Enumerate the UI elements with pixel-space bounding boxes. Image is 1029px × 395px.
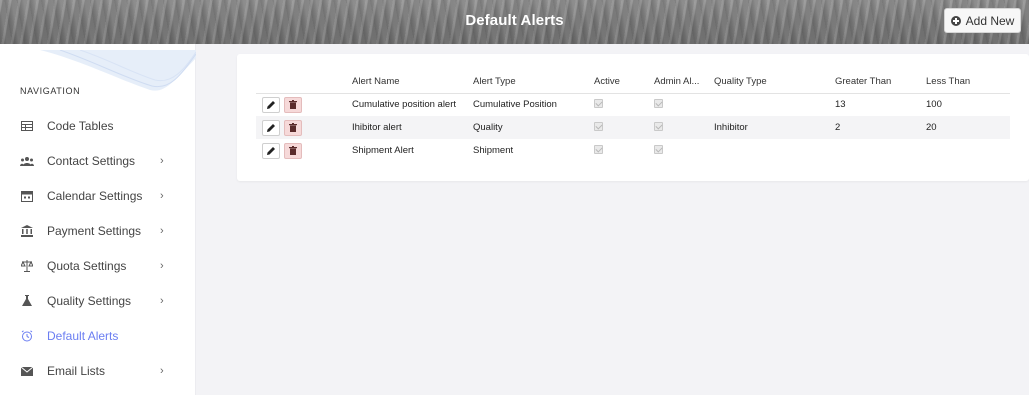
add-new-button[interactable]: Add New xyxy=(944,8,1021,33)
column-header-actions xyxy=(256,70,352,94)
chevron-right-icon: › xyxy=(160,225,164,237)
admin-alert-checkbox xyxy=(654,121,663,131)
add-new-label: Add New xyxy=(965,13,1015,28)
chevron-right-icon: › xyxy=(160,295,164,307)
people-icon xyxy=(20,154,34,168)
sidebar-item-label: Email Lists xyxy=(47,364,106,378)
delete-button[interactable] xyxy=(284,142,302,159)
delete-button[interactable] xyxy=(284,119,302,136)
cell-alert-type: Shipment xyxy=(473,145,514,156)
cell-alert-type: Quality xyxy=(473,116,594,139)
cell-less-than xyxy=(926,139,1010,162)
sidebar-item-label: Contact Settings xyxy=(47,154,136,168)
sidebar-item-default-alerts[interactable]: Default Alerts xyxy=(0,322,196,350)
cell-alert-type: Cumulative Position xyxy=(473,99,557,111)
table-row: Shipment Alert Shipment xyxy=(256,139,1010,162)
column-header-less-than[interactable]: Less Than xyxy=(926,70,1010,94)
cell-alert-name: Shipment Alert xyxy=(352,145,414,156)
column-header-alert-name[interactable]: Alert Name xyxy=(352,70,473,94)
sidebar-item-quota-settings[interactable]: Quota Settings › xyxy=(0,252,196,280)
table-header-row: Alert Name Alert Type Active Admin Al...… xyxy=(256,70,1010,94)
cell-alert-name: Ihibitor alert xyxy=(352,116,473,139)
plus-circle-icon xyxy=(950,15,961,26)
bank-icon xyxy=(20,224,34,238)
table-icon xyxy=(20,119,34,133)
cell-less-than: 20 xyxy=(926,116,1010,139)
edit-button[interactable] xyxy=(262,142,280,159)
flask-icon xyxy=(20,294,34,308)
active-checkbox xyxy=(594,144,603,154)
admin-alert-checkbox xyxy=(654,144,663,154)
chevron-right-icon: › xyxy=(160,190,164,202)
chevron-right-icon: › xyxy=(160,365,164,377)
cell-quality-type: Inhibitor xyxy=(714,116,835,139)
delete-button[interactable] xyxy=(284,96,302,113)
alarm-clock-icon xyxy=(20,329,34,343)
cell-quality-type xyxy=(714,139,835,162)
sidebar-item-contact-settings[interactable]: Contact Settings › xyxy=(0,147,196,175)
alerts-panel: Alert Name Alert Type Active Admin Al...… xyxy=(237,54,1029,181)
sidebar-item-payment-settings[interactable]: Payment Settings › xyxy=(0,217,196,245)
page-title: Default Alerts xyxy=(465,12,564,29)
navigation-heading: NAVIGATION xyxy=(20,86,81,96)
cell-greater-than xyxy=(835,139,926,162)
chevron-right-icon: › xyxy=(160,260,164,272)
column-header-greater-than[interactable]: Greater Than xyxy=(835,70,926,94)
pencil-icon xyxy=(266,101,275,110)
sidebar-item-label: Quota Settings xyxy=(47,259,127,273)
sidebar-item-label: Calendar Settings xyxy=(47,189,143,203)
pencil-icon xyxy=(266,147,275,155)
trash-icon xyxy=(289,123,297,132)
scale-icon xyxy=(20,259,34,273)
sidebar: NAVIGATION Code Tables Contact Settings … xyxy=(0,44,196,395)
cell-alert-name: Cumulative position alert xyxy=(352,99,457,111)
sidebar-item-label: Payment Settings xyxy=(47,224,142,238)
sidebar-item-email-lists[interactable]: Email Lists › xyxy=(0,357,196,385)
column-header-quality-type[interactable]: Quality Type xyxy=(714,70,835,94)
table-row: Cumulative position alert Cumulative Pos… xyxy=(256,93,1010,116)
column-header-active[interactable]: Active xyxy=(594,70,654,94)
sidebar-item-label: Quality Settings xyxy=(47,294,132,308)
alerts-table: Alert Name Alert Type Active Admin Al...… xyxy=(256,70,1010,162)
chevron-right-icon: › xyxy=(160,155,164,167)
cell-quality-type xyxy=(714,93,835,116)
column-header-alert-type[interactable]: Alert Type xyxy=(473,70,594,94)
cell-greater-than: 13 xyxy=(835,99,846,111)
edit-button[interactable] xyxy=(262,119,280,136)
active-checkbox xyxy=(594,98,603,108)
active-checkbox xyxy=(594,121,603,131)
cell-greater-than: 2 xyxy=(835,116,926,139)
column-header-admin-alert[interactable]: Admin Al... xyxy=(654,70,714,94)
trash-icon xyxy=(289,100,297,110)
calendar-icon xyxy=(20,189,34,203)
sidebar-item-label: Code Tables xyxy=(47,119,114,133)
trash-icon xyxy=(289,146,297,155)
sidebar-item-calendar-settings[interactable]: Calendar Settings › xyxy=(0,182,196,210)
edit-button[interactable] xyxy=(262,96,280,113)
admin-alert-checkbox xyxy=(654,98,663,108)
page-header: Default Alerts Add New xyxy=(0,0,1029,44)
sidebar-item-code-tables[interactable]: Code Tables xyxy=(0,112,196,140)
table-row: Ihibitor alert Quality Inhibitor 2 20 xyxy=(256,116,1010,139)
envelope-icon xyxy=(20,364,34,378)
pencil-icon xyxy=(266,124,275,132)
sidebar-item-label: Default Alerts xyxy=(47,329,119,343)
cell-less-than: 100 xyxy=(926,99,942,111)
sidebar-item-quality-settings[interactable]: Quality Settings › xyxy=(0,287,196,315)
